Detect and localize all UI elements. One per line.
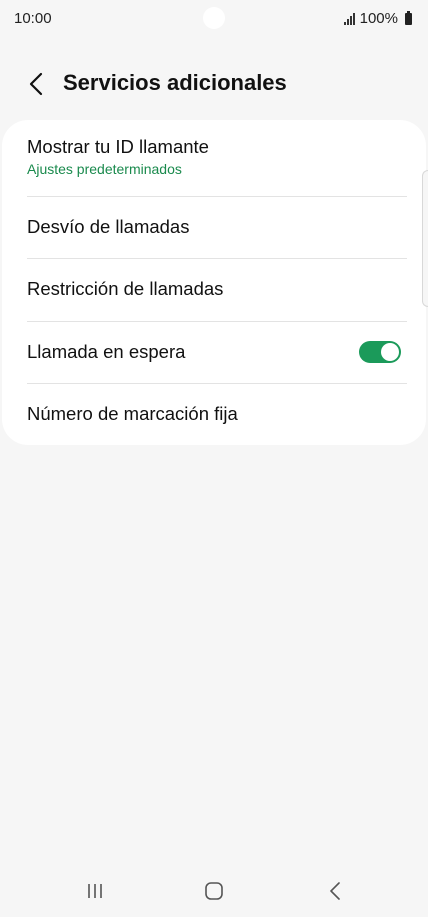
settings-item-call-waiting[interactable]: Llamada en espera: [27, 341, 407, 363]
battery-icon: [405, 10, 412, 25]
signal-icon: [343, 12, 355, 25]
back-arrow-icon: [29, 72, 43, 96]
status-indicators: 100%: [343, 10, 412, 27]
settings-item-title: Restricción de llamadas: [27, 278, 224, 299]
toggle-knob: [381, 343, 399, 361]
settings-card: Mostrar tu ID llamante Ajustes predeterm…: [2, 120, 426, 445]
settings-item-title: Número de marcación fija: [27, 403, 238, 424]
nav-back-button[interactable]: [321, 880, 349, 902]
home-icon: [205, 882, 223, 900]
settings-item-title: Llamada en espera: [27, 341, 186, 362]
recents-button[interactable]: [81, 880, 109, 902]
front-camera: [203, 7, 225, 29]
recents-icon: [88, 884, 102, 898]
header: Servicios adicionales: [0, 56, 428, 112]
scrollbar[interactable]: [422, 170, 428, 307]
settings-item-fixed-dialing[interactable]: Número de marcación fija: [27, 403, 407, 425]
home-button[interactable]: [200, 880, 228, 902]
divider: [27, 196, 407, 197]
settings-item-call-forwarding[interactable]: Desvío de llamadas: [27, 216, 407, 238]
settings-item-title: Mostrar tu ID llamante: [27, 136, 209, 157]
page-title: Servicios adicionales: [63, 70, 287, 95]
navigation-bar: [0, 868, 428, 917]
settings-item-caller-id[interactable]: Mostrar tu ID llamante Ajustes predeterm…: [27, 136, 407, 177]
settings-item-call-barring[interactable]: Restricción de llamadas: [27, 278, 407, 300]
battery-percentage: 100%: [359, 10, 398, 27]
back-icon: [330, 882, 340, 900]
back-button[interactable]: [20, 68, 52, 100]
call-waiting-toggle[interactable]: [359, 341, 401, 363]
status-time: 10:00: [14, 10, 52, 27]
settings-item-subtitle: Ajustes predeterminados: [27, 161, 182, 177]
divider: [27, 321, 407, 322]
divider: [27, 258, 407, 259]
divider: [27, 383, 407, 384]
settings-item-title: Desvío de llamadas: [27, 216, 190, 237]
status-bar: 10:00 100%: [0, 0, 428, 38]
